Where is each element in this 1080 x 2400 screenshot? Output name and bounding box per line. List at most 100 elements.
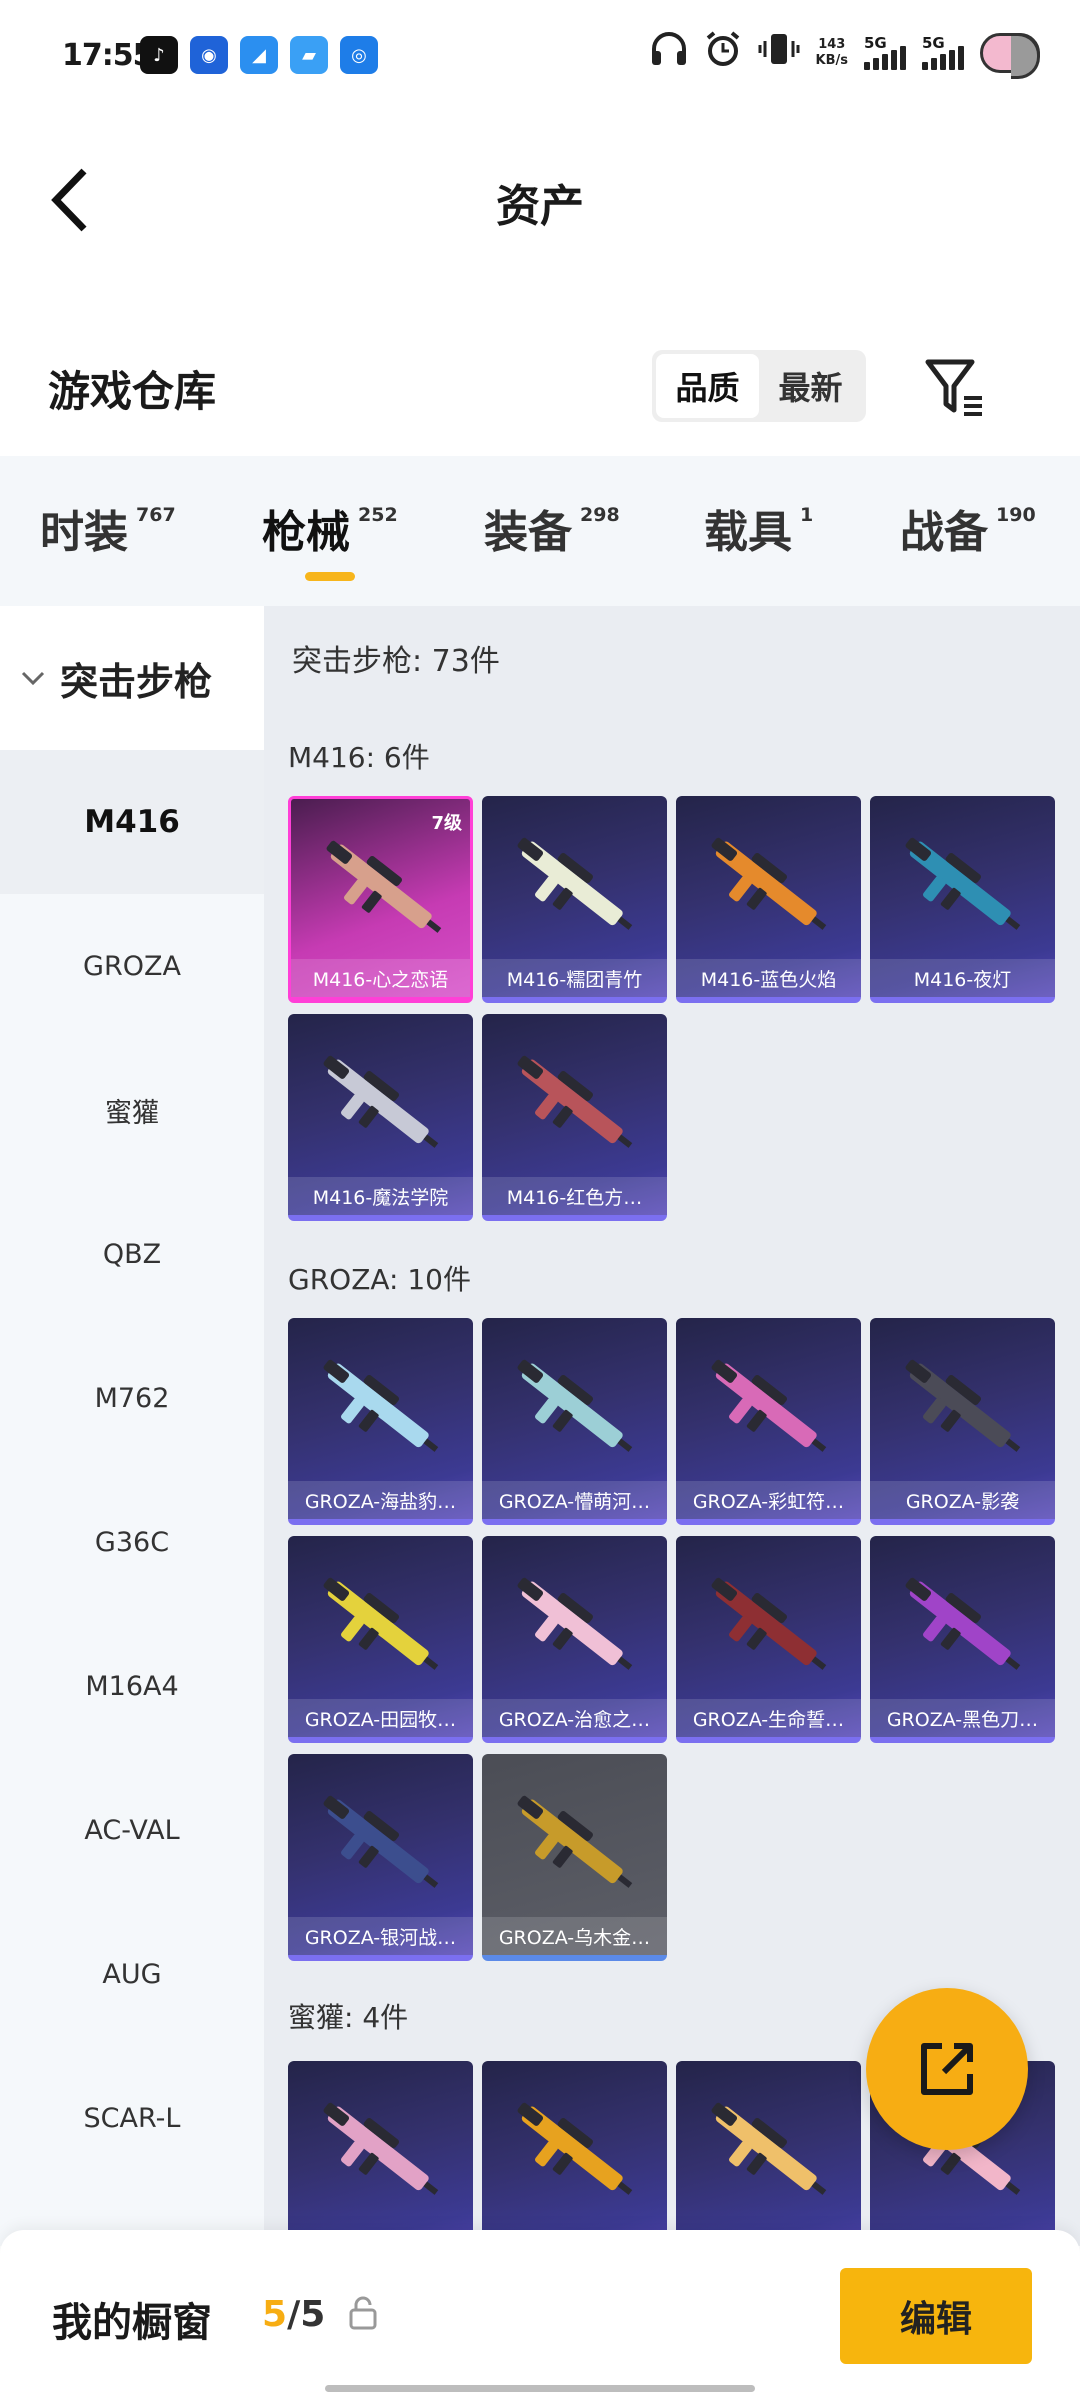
blue-app-icon: ◢ (240, 36, 278, 74)
rifle-icon (711, 2102, 827, 2195)
skin-name: M416-魔法学院 (288, 1177, 473, 1215)
weapon-type-sidebar: 突击步枪 M416 GROZA 蜜獾 QBZ M762 G36C M16A4 A… (0, 606, 264, 2246)
skin-card[interactable]: M416-夜灯 (870, 796, 1055, 1003)
rifle-icon (517, 1577, 633, 1670)
sidebar-item-groza[interactable]: GROZA (0, 894, 264, 1038)
skin-card[interactable]: GROZA-乌木金… (482, 1754, 667, 1961)
skin-card[interactable]: GROZA-生命誓… (676, 1536, 861, 1743)
cellular-signal-icon: 5G (864, 34, 906, 70)
rifle-icon (517, 1359, 633, 1452)
tab-readiness[interactable]: 战备 190 (900, 496, 1036, 560)
tab-fashion[interactable]: 时装 767 (40, 496, 176, 560)
skin-card[interactable]: GROZA-影袭 (870, 1318, 1055, 1525)
skin-card[interactable]: GROZA-海盐豹… (288, 1318, 473, 1525)
rifle-icon (517, 1055, 633, 1148)
sort-quality-option[interactable]: 品质 (656, 354, 759, 418)
rifle-icon (905, 837, 1021, 930)
skin-card[interactable]: M416-蓝色火焰 (676, 796, 861, 1003)
rifle-icon (517, 837, 633, 930)
skin-card[interactable]: GROZA-治愈之… (482, 1536, 667, 1743)
rifle-icon (323, 2102, 439, 2195)
active-tab-indicator (305, 572, 355, 581)
skin-name: GROZA-懵萌河… (482, 1481, 667, 1519)
skin-card[interactable]: M416-糯团青竹 (482, 796, 667, 1003)
skin-name: GROZA-田园牧… (288, 1699, 473, 1737)
skin-name: GROZA-彩虹符… (676, 1481, 861, 1519)
sidebar-item-m762[interactable]: M762 (0, 1326, 264, 1470)
home-indicator[interactable] (325, 2385, 755, 2392)
group-header-groza: GROZA: 10件 (288, 1263, 471, 1296)
cellular-signal-icon: 5G (922, 34, 964, 70)
rifle-icon (905, 1577, 1021, 1670)
sidebar-item-m16a4[interactable]: M16A4 (0, 1614, 264, 1758)
skin-card[interactable]: 7级 M416-心之恋语 (288, 796, 473, 1003)
skin-card[interactable] (482, 2061, 667, 2246)
sidebar-item-honey-badger[interactable]: 蜜獾 (0, 1038, 264, 1182)
filter-button[interactable] (920, 352, 990, 422)
battery-cloud-icon (980, 32, 1040, 79)
tab-guns[interactable]: 枪械 252 (262, 496, 398, 560)
sidebar-item-g36c[interactable]: G36C (0, 1470, 264, 1614)
rifle-icon (323, 1577, 439, 1670)
radio-app-icon: ◎ (340, 36, 378, 74)
skin-name: M416-糯团青竹 (482, 959, 667, 997)
sort-latest-option[interactable]: 最新 (759, 354, 862, 418)
skin-name: M416-夜灯 (870, 959, 1055, 997)
skin-card[interactable] (288, 2061, 473, 2246)
share-button[interactable] (866, 1988, 1028, 2150)
group-header-honey-badger: 蜜獾: 4件 (288, 2001, 409, 2034)
skin-name: GROZA-影袭 (870, 1481, 1055, 1519)
skin-card[interactable]: M416-红色方… (482, 1014, 667, 1221)
rifle-icon (323, 1359, 439, 1452)
filter-icon (925, 359, 982, 416)
skin-card[interactable]: GROZA-懵萌河… (482, 1318, 667, 1525)
tab-equipment[interactable]: 装备 298 (484, 496, 620, 560)
skin-name: M416-红色方… (482, 1177, 667, 1215)
skin-name: M416-蓝色火焰 (676, 959, 861, 997)
skin-name: GROZA-黑色刀… (870, 1699, 1055, 1737)
status-bar: 17:55 ♪ ◉ ◢ ▰ ◎ 143 KB/s 5G 5G (0, 0, 1080, 110)
sidebar-item-aug[interactable]: AUG (0, 1902, 264, 2046)
sidebar-item-m416[interactable]: M416 (0, 750, 264, 894)
headphones-icon (650, 31, 688, 74)
system-status: 143 KB/s 5G 5G (650, 30, 1040, 79)
skin-name: M416-心之恋语 (291, 959, 470, 997)
tiktok-icon: ♪ (140, 36, 178, 74)
unlock-icon[interactable] (348, 2296, 378, 2330)
skin-card[interactable] (676, 2061, 861, 2246)
skin-card[interactable]: GROZA-银河战… (288, 1754, 473, 1961)
warehouse-title: 游戏仓库 (48, 367, 217, 416)
tab-vehicles[interactable]: 载具 1 (704, 496, 813, 560)
sidebar-item-qbz[interactable]: QBZ (0, 1182, 264, 1326)
skin-name: GROZA-乌木金… (482, 1917, 667, 1955)
skin-card[interactable]: GROZA-黑色刀… (870, 1536, 1055, 1743)
page-title: 资产 (496, 181, 584, 232)
skin-card[interactable]: GROZA-田园牧… (288, 1536, 473, 1743)
rifle-icon (517, 1795, 633, 1888)
showcase-count: 5/5 (262, 2294, 326, 2335)
sidebar-item-ac-val[interactable]: AC-VAL (0, 1758, 264, 1902)
category-total-count: 突击步枪: 73件 (292, 644, 500, 679)
skin-card[interactable]: M416-魔法学院 (288, 1014, 473, 1221)
rifle-icon (711, 1577, 827, 1670)
skin-name: GROZA-生命誓… (676, 1699, 861, 1737)
edit-button[interactable]: 编辑 (840, 2268, 1032, 2364)
chevron-down-icon (21, 671, 45, 686)
rifle-icon (905, 1359, 1021, 1452)
skin-name: GROZA-银河战… (288, 1917, 473, 1955)
sidebar-category-header[interactable]: 突击步枪 (0, 606, 264, 750)
sidebar-item-scar-l[interactable]: SCAR-L (0, 2046, 264, 2190)
rifle-icon (711, 1359, 827, 1452)
net-speed: 143 KB/s (815, 36, 848, 68)
notification-icons: ♪ ◉ ◢ ▰ ◎ (140, 36, 378, 74)
alarm-icon (704, 30, 742, 75)
rifle-icon (323, 1055, 439, 1148)
skin-name: GROZA-海盐豹… (288, 1481, 473, 1519)
rifle-icon (323, 1795, 439, 1888)
rifle-icon (326, 840, 442, 933)
skin-card[interactable]: GROZA-彩虹符… (676, 1318, 861, 1525)
showcase-title: 我的橱窗 (52, 2300, 212, 2346)
clock: 17:55 (62, 38, 153, 73)
rifle-icon (517, 2102, 633, 2195)
rifle-icon (711, 837, 827, 930)
